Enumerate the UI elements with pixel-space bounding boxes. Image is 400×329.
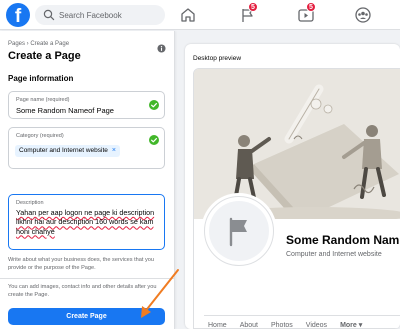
check-icon — [149, 135, 159, 145]
page-name-field[interactable]: Page name (required) Some Random Nameof … — [8, 91, 165, 119]
tab-videos[interactable]: Videos — [306, 321, 327, 329]
tab-more-label: More — [340, 321, 357, 329]
tab-about[interactable]: About — [240, 321, 258, 329]
remove-category-button[interactable]: × — [112, 145, 116, 157]
top-navigation-bar: f 5 5 — [0, 0, 400, 30]
check-icon — [149, 100, 159, 110]
preview-page-name: Some Random Nam — [286, 233, 400, 247]
breadcrumb: Pages › Create a Page — [8, 41, 70, 47]
watch-nav[interactable]: 5 — [296, 2, 316, 25]
description-label: Description — [16, 200, 44, 206]
search-icon — [43, 9, 55, 21]
category-field[interactable]: Category (required) Computer and Interne… — [8, 127, 165, 169]
tab-more[interactable]: More ▾ — [340, 321, 362, 329]
description-value[interactable]: Yahan per aap logon ne page ki descripti… — [16, 208, 164, 236]
cover-illustration-art — [194, 69, 400, 219]
cover-illustration — [194, 69, 400, 219]
search-input[interactable] — [59, 5, 159, 25]
tab-photos[interactable]: Photos — [271, 321, 293, 329]
form-divider — [0, 278, 175, 279]
section-title: Page information — [8, 74, 74, 83]
tab-home[interactable]: Home — [208, 321, 227, 329]
pages-flag-nav[interactable]: 5 — [238, 2, 258, 25]
info-icon[interactable] — [157, 44, 166, 53]
preview-divider — [204, 315, 400, 316]
video-notification-badge: 5 — [306, 2, 316, 12]
flag-notification-badge: 5 — [248, 2, 258, 12]
category-label: Category (required) — [16, 133, 64, 139]
create-page-form-panel: Pages › Create a Page Create a Page Page… — [0, 31, 175, 329]
search-box[interactable] — [35, 5, 165, 25]
preview-page-category: Computer and Internet website — [286, 251, 382, 258]
profile-picture — [204, 196, 274, 266]
flag-icon — [229, 217, 247, 247]
page-title: Create a Page — [8, 50, 81, 62]
preview-title: Desktop preview — [193, 55, 242, 62]
create-page-button[interactable]: Create Page — [8, 308, 165, 325]
category-chip: Computer and Internet website × — [15, 145, 120, 157]
category-chip-label: Computer and Internet website — [19, 147, 108, 154]
page-preview: Some Random Nam Computer and Internet we… — [193, 68, 400, 329]
home-icon[interactable] — [178, 5, 198, 25]
footer-note: You can add images, contact info and oth… — [8, 284, 157, 298]
page-name-value: Some Random Nameof Page — [16, 106, 114, 115]
page-name-label: Page name (required) — [16, 97, 70, 103]
description-field[interactable]: Description Yahan per aap logon ne page … — [8, 194, 165, 250]
desktop-preview-card: Desktop preview Some Random Nam Computer… — [185, 44, 400, 329]
profile-placeholder — [209, 201, 269, 261]
facebook-logo-letter: f — [14, 6, 22, 27]
description-helper-text: Write about what your business does, the… — [8, 257, 155, 271]
facebook-logo[interactable]: f — [6, 3, 30, 27]
preview-tabs: Home About Photos Videos More ▾ — [208, 321, 362, 329]
groups-icon[interactable] — [353, 5, 373, 25]
chevron-down-icon: ▾ — [358, 322, 363, 329]
